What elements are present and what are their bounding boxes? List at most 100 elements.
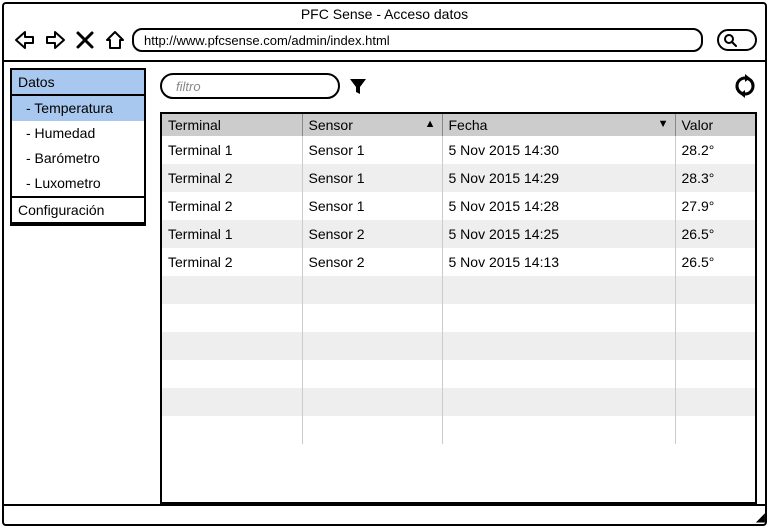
filter-input-wrap [160, 73, 340, 99]
col-label: Valor [682, 117, 714, 133]
cell-empty [162, 276, 302, 304]
col-header-valor[interactable]: Valor [675, 114, 755, 136]
filter-row [160, 68, 757, 104]
cell-empty [442, 332, 675, 360]
cell-fecha: 5 Nov 2015 14:29 [442, 164, 675, 192]
cell-fecha: 5 Nov 2015 14:30 [442, 136, 675, 164]
table-row-empty [162, 332, 755, 360]
sidebar-item-temperatura[interactable]: - Temperatura [12, 96, 144, 121]
sidebar-item-luxometro[interactable]: - Luxometro [12, 171, 144, 196]
table-row[interactable]: Terminal 2Sensor 25 Nov 2015 14:1326.5° [162, 248, 755, 276]
cell-valor: 27.9° [675, 192, 755, 220]
data-table: Terminal Sensor ▲ Fecha ▼ Valor Terminal 1… [162, 114, 755, 444]
body-area: Datos - Temperatura - Humedad - Barómetr… [4, 62, 765, 504]
sidebar: Datos - Temperatura - Humedad - Barómetr… [10, 68, 146, 226]
table-row[interactable]: Terminal 1Sensor 15 Nov 2015 14:3028.2° [162, 136, 755, 164]
cell-terminal: Terminal 2 [162, 248, 302, 276]
cell-empty [675, 332, 755, 360]
table-row[interactable]: Terminal 2Sensor 15 Nov 2015 14:2827.9° [162, 192, 755, 220]
col-label: Fecha [449, 117, 488, 133]
browser-search-button[interactable] [717, 29, 757, 51]
cell-empty [302, 388, 442, 416]
filter-button[interactable] [348, 76, 368, 96]
table-body: Terminal 1Sensor 15 Nov 2015 14:3028.2°T… [162, 136, 755, 444]
cell-empty [302, 360, 442, 388]
sidebar-item-humedad[interactable]: - Humedad [12, 121, 144, 146]
cell-empty [302, 416, 442, 444]
cell-valor: 28.2° [675, 136, 755, 164]
stop-button[interactable] [72, 27, 98, 53]
url-input[interactable] [132, 28, 703, 52]
table-row-empty [162, 360, 755, 388]
sort-asc-icon: ▲ [425, 118, 436, 130]
cell-sensor: Sensor 2 [302, 220, 442, 248]
cell-terminal: Terminal 1 [162, 136, 302, 164]
table-row-empty [162, 416, 755, 444]
cell-sensor: Sensor 2 [302, 248, 442, 276]
sidebar-group-config: Configuración [12, 196, 144, 224]
arrow-right-icon [43, 29, 67, 51]
table-row[interactable]: Terminal 1Sensor 25 Nov 2015 14:2526.5° [162, 220, 755, 248]
funnel-icon [348, 76, 368, 96]
refresh-icon [733, 74, 757, 98]
forward-button[interactable] [42, 27, 68, 53]
back-button[interactable] [12, 27, 38, 53]
browser-window: PFC Sense - Acceso datos Datos - Tempera… [2, 2, 767, 526]
main-panel: Terminal Sensor ▲ Fecha ▼ Valor Terminal 1… [160, 68, 757, 504]
col-header-fecha[interactable]: Fecha ▼ [442, 114, 675, 136]
cell-empty [675, 416, 755, 444]
cell-valor: 26.5° [675, 220, 755, 248]
cell-empty [675, 276, 755, 304]
cell-empty [675, 360, 755, 388]
cell-empty [162, 360, 302, 388]
data-table-wrap: Terminal Sensor ▲ Fecha ▼ Valor Terminal 1… [160, 112, 757, 504]
window-title: PFC Sense - Acceso datos [4, 4, 765, 24]
cell-empty [162, 304, 302, 332]
cell-empty [675, 388, 755, 416]
table-header-row: Terminal Sensor ▲ Fecha ▼ Valor [162, 114, 755, 136]
col-header-sensor[interactable]: Sensor ▲ [302, 114, 442, 136]
arrow-left-icon [13, 29, 37, 51]
home-icon [103, 29, 127, 51]
col-header-terminal[interactable]: Terminal [162, 114, 302, 136]
table-row[interactable]: Terminal 2Sensor 15 Nov 2015 14:2928.3° [162, 164, 755, 192]
cell-empty [442, 276, 675, 304]
sidebar-group-datos: Datos - Temperatura - Humedad - Barómetr… [12, 70, 144, 196]
cell-valor: 26.5° [675, 248, 755, 276]
home-button[interactable] [102, 27, 128, 53]
cell-terminal: Terminal 2 [162, 192, 302, 220]
cell-empty [302, 304, 442, 332]
table-row-empty [162, 276, 755, 304]
cell-valor: 28.3° [675, 164, 755, 192]
cell-empty [442, 388, 675, 416]
sidebar-item-barometro[interactable]: - Barómetro [12, 146, 144, 171]
cell-empty [302, 276, 442, 304]
cell-fecha: 5 Nov 2015 14:13 [442, 248, 675, 276]
cell-sensor: Sensor 1 [302, 164, 442, 192]
x-icon [75, 30, 95, 50]
cell-empty [442, 304, 675, 332]
cell-empty [162, 332, 302, 360]
table-row-empty [162, 388, 755, 416]
status-bar: ◢ [4, 504, 765, 524]
sort-desc-icon: ▼ [658, 118, 669, 130]
cell-empty [162, 388, 302, 416]
sidebar-header-config[interactable]: Configuración [12, 198, 144, 224]
cell-sensor: Sensor 1 [302, 136, 442, 164]
cell-fecha: 5 Nov 2015 14:28 [442, 192, 675, 220]
table-row-empty [162, 304, 755, 332]
cell-terminal: Terminal 1 [162, 220, 302, 248]
cell-sensor: Sensor 1 [302, 192, 442, 220]
sidebar-header-datos[interactable]: Datos [12, 70, 144, 96]
resize-grip-icon[interactable]: ◢ [756, 510, 763, 524]
refresh-button[interactable] [733, 74, 757, 98]
cell-empty [442, 360, 675, 388]
cell-empty [302, 332, 442, 360]
cell-fecha: 5 Nov 2015 14:25 [442, 220, 675, 248]
filter-input[interactable] [174, 78, 354, 95]
cell-empty [442, 416, 675, 444]
browser-toolbar [4, 24, 765, 62]
cell-terminal: Terminal 2 [162, 164, 302, 192]
search-icon [723, 33, 737, 47]
col-label: Sensor [309, 117, 353, 133]
